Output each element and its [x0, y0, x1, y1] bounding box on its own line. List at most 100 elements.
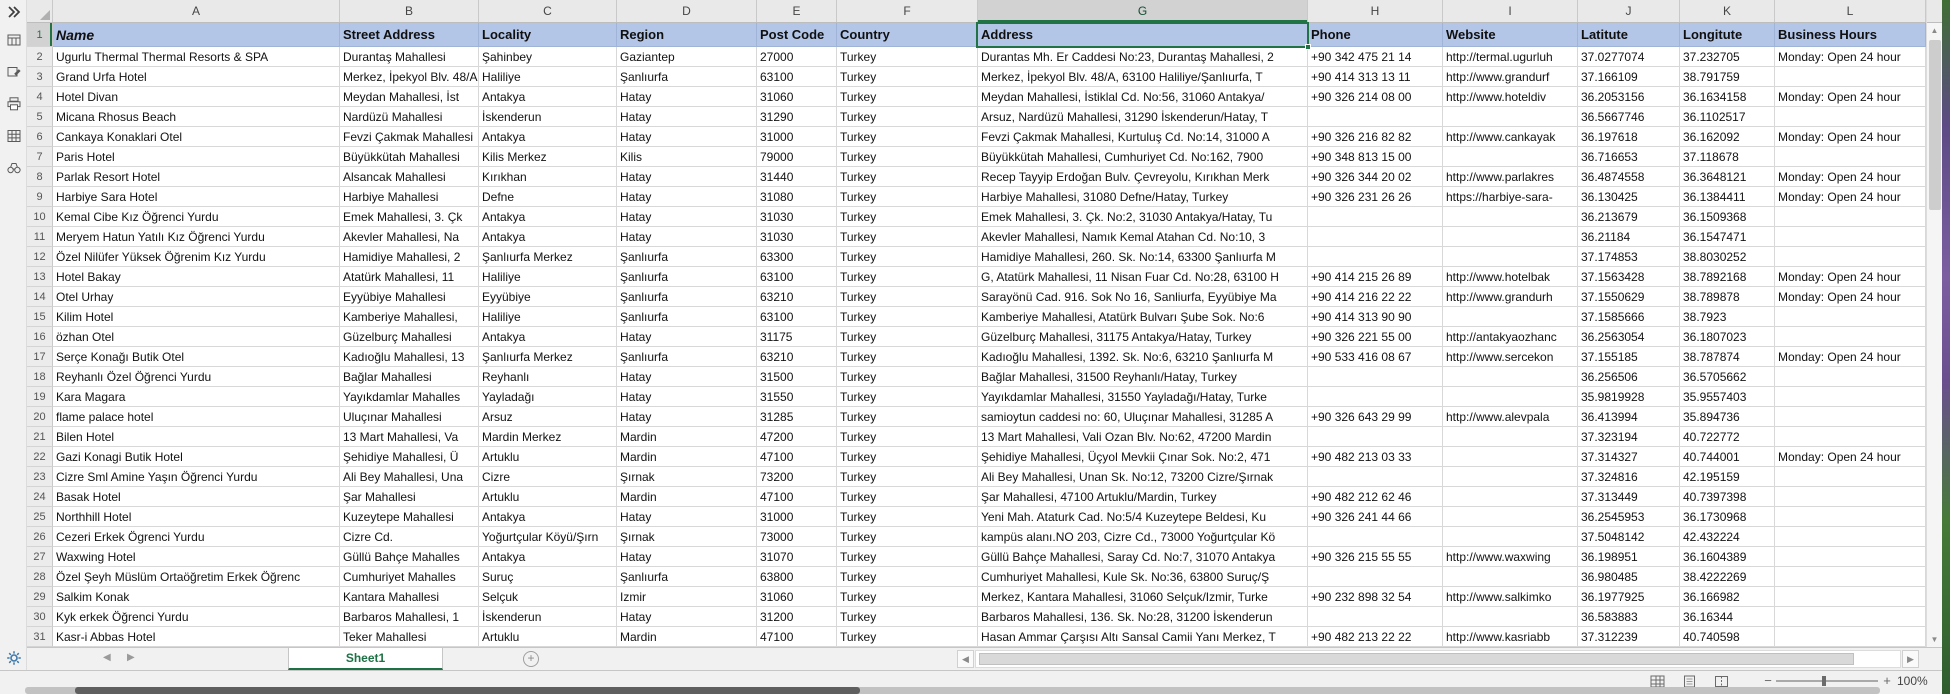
cell-A14[interactable]: Otel Urhay: [53, 287, 340, 307]
cell-I17[interactable]: http://www.sercekon: [1443, 347, 1578, 367]
cell-I19[interactable]: [1443, 387, 1578, 407]
cell-A2[interactable]: Ugurlu Thermal Thermal Resorts & SPA: [53, 47, 340, 67]
cell-E11[interactable]: 31030: [757, 227, 837, 247]
row-number-3[interactable]: 3: [27, 67, 53, 87]
cell-D29[interactable]: Izmir: [617, 587, 757, 607]
column-letter-C[interactable]: C: [479, 0, 617, 22]
row-number-18[interactable]: 18: [27, 367, 53, 387]
printer-icon[interactable]: [0, 88, 27, 120]
cell-F12[interactable]: Turkey: [837, 247, 978, 267]
cell-J9[interactable]: 36.130425: [1578, 187, 1680, 207]
cell-H25[interactable]: +90 326 241 44 66: [1308, 507, 1443, 527]
cell-B21[interactable]: 13 Mart Mahallesi, Va: [340, 427, 479, 447]
cell-C5[interactable]: İskenderun: [479, 107, 617, 127]
cell-L26[interactable]: [1775, 527, 1926, 547]
cell-K19[interactable]: 35.9557403: [1680, 387, 1775, 407]
cell-J6[interactable]: 36.197618: [1578, 127, 1680, 147]
cell-J23[interactable]: 37.324816: [1578, 467, 1680, 487]
cell-C29[interactable]: Selçuk: [479, 587, 617, 607]
cell-J4[interactable]: 36.2053156: [1578, 87, 1680, 107]
cell-C4[interactable]: Antakya: [479, 87, 617, 107]
cell-J28[interactable]: 36.980485: [1578, 567, 1680, 587]
cell-B12[interactable]: Hamidiye Mahallesi, 2: [340, 247, 479, 267]
cell-D18[interactable]: Hatay: [617, 367, 757, 387]
header-cell-C1[interactable]: Locality: [479, 23, 617, 47]
cell-K22[interactable]: 40.744001: [1680, 447, 1775, 467]
cell-H3[interactable]: +90 414 313 13 11: [1308, 67, 1443, 87]
cell-E28[interactable]: 63800: [757, 567, 837, 587]
cell-E15[interactable]: 63100: [757, 307, 837, 327]
header-cell-G1[interactable]: Address: [978, 23, 1308, 47]
scroll-down-arrow-icon[interactable]: ▼: [1927, 632, 1942, 647]
cell-E16[interactable]: 31175: [757, 327, 837, 347]
cell-K15[interactable]: 38.7923: [1680, 307, 1775, 327]
cell-F6[interactable]: Turkey: [837, 127, 978, 147]
cell-L17[interactable]: Monday: Open 24 hour: [1775, 347, 1926, 367]
row-number-21[interactable]: 21: [27, 427, 53, 447]
cell-C19[interactable]: Yayladağı: [479, 387, 617, 407]
cell-B15[interactable]: Kamberiye Mahallesi,: [340, 307, 479, 327]
cell-E12[interactable]: 63300: [757, 247, 837, 267]
cell-B24[interactable]: Şar Mahallesi: [340, 487, 479, 507]
cell-B30[interactable]: Barbaros Mahallesi, 1: [340, 607, 479, 627]
fill-handle[interactable]: [1305, 44, 1311, 50]
column-letter-A[interactable]: A: [53, 0, 340, 22]
cell-L20[interactable]: [1775, 407, 1926, 427]
cell-E7[interactable]: 79000: [757, 147, 837, 167]
cell-H27[interactable]: +90 326 215 55 55: [1308, 547, 1443, 567]
hscroll-left-arrow-icon[interactable]: ◀: [957, 650, 974, 668]
cell-C24[interactable]: Artuklu: [479, 487, 617, 507]
cell-A31[interactable]: Kasr-i Abbas Hotel: [53, 627, 340, 647]
cell-D19[interactable]: Hatay: [617, 387, 757, 407]
cell-K28[interactable]: 38.4222269: [1680, 567, 1775, 587]
cell-G12[interactable]: Hamidiye Mahallesi, 260. Sk. No:14, 6330…: [978, 247, 1308, 267]
cell-C28[interactable]: Suruç: [479, 567, 617, 587]
cell-A19[interactable]: Kara Magara: [53, 387, 340, 407]
cell-D7[interactable]: Kilis: [617, 147, 757, 167]
cell-E14[interactable]: 63210: [757, 287, 837, 307]
row-number-19[interactable]: 19: [27, 387, 53, 407]
cell-I29[interactable]: http://www.salkimko: [1443, 587, 1578, 607]
cell-C12[interactable]: Şanlıurfa Merkez: [479, 247, 617, 267]
cell-D17[interactable]: Şanlıurfa: [617, 347, 757, 367]
cell-F2[interactable]: Turkey: [837, 47, 978, 67]
cell-I18[interactable]: [1443, 367, 1578, 387]
cell-K30[interactable]: 36.16344: [1680, 607, 1775, 627]
cell-E27[interactable]: 31070: [757, 547, 837, 567]
cell-D20[interactable]: Hatay: [617, 407, 757, 427]
header-cell-J1[interactable]: Latitute: [1578, 23, 1680, 47]
cell-G13[interactable]: G, Atatürk Mahallesi, 11 Nisan Fuar Cd. …: [978, 267, 1308, 287]
cell-I27[interactable]: http://www.waxwing: [1443, 547, 1578, 567]
header-cell-H1[interactable]: Phone: [1308, 23, 1443, 47]
cell-J31[interactable]: 37.312239: [1578, 627, 1680, 647]
row-number-11[interactable]: 11: [27, 227, 53, 247]
cell-I8[interactable]: http://www.parlakres: [1443, 167, 1578, 187]
cell-E5[interactable]: 31290: [757, 107, 837, 127]
cell-C22[interactable]: Artuklu: [479, 447, 617, 467]
cell-C10[interactable]: Antakya: [479, 207, 617, 227]
cell-E8[interactable]: 31440: [757, 167, 837, 187]
cell-E2[interactable]: 27000: [757, 47, 837, 67]
form-edit-icon[interactable]: [0, 56, 27, 88]
cell-D16[interactable]: Hatay: [617, 327, 757, 347]
cell-C7[interactable]: Kilis Merkez: [479, 147, 617, 167]
cell-G4[interactable]: Meydan Mahallesi, İstiklal Cd. No:56, 31…: [978, 87, 1308, 107]
row-number-14[interactable]: 14: [27, 287, 53, 307]
row-number-10[interactable]: 10: [27, 207, 53, 227]
cell-E20[interactable]: 31285: [757, 407, 837, 427]
cell-D31[interactable]: Mardin: [617, 627, 757, 647]
cell-K12[interactable]: 38.8030252: [1680, 247, 1775, 267]
cell-G15[interactable]: Kamberiye Mahallesi, Atatürk Bulvarı Şub…: [978, 307, 1308, 327]
cell-I25[interactable]: [1443, 507, 1578, 527]
cell-A9[interactable]: Harbiye Sara Hotel: [53, 187, 340, 207]
cell-G14[interactable]: Sarayönü Cad. 916. Sok No 16, Sanliurfa,…: [978, 287, 1308, 307]
row-number-8[interactable]: 8: [27, 167, 53, 187]
cell-J14[interactable]: 37.1550629: [1578, 287, 1680, 307]
cell-K20[interactable]: 35.894736: [1680, 407, 1775, 427]
cell-G3[interactable]: Merkez, İpekyol Blv. 48/A, 63100 Haliliy…: [978, 67, 1308, 87]
header-cell-K1[interactable]: Longitute: [1680, 23, 1775, 47]
cell-F9[interactable]: Turkey: [837, 187, 978, 207]
cell-I6[interactable]: http://www.cankayak: [1443, 127, 1578, 147]
cell-H14[interactable]: +90 414 216 22 22: [1308, 287, 1443, 307]
cell-J2[interactable]: 37.0277074: [1578, 47, 1680, 67]
